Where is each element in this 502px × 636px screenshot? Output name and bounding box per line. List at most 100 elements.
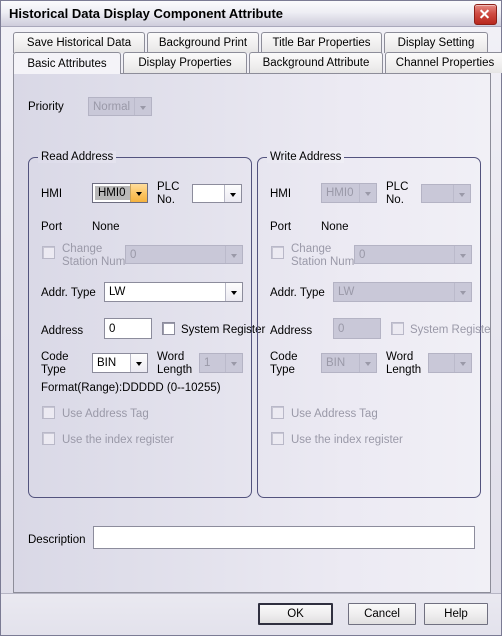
write-hmi-label: HMI [270, 188, 292, 200]
chevron-down-icon [454, 246, 471, 263]
write-hmi-value: HMI0 [326, 187, 354, 199]
basic-attributes-panel: Priority Normal Read Address HMI HMI0 PL… [13, 73, 491, 593]
write-address-title: Write Address [267, 151, 345, 163]
read-hmi-label: HMI [41, 188, 63, 200]
read-change-station-label-line2: Station Num [62, 256, 126, 268]
write-station-num-dropdown: 0 [354, 245, 472, 264]
tab-label: Background Attribute [262, 57, 370, 69]
read-word-length-label-line2: Length [157, 364, 193, 376]
read-use-index-register-checkbox [42, 432, 55, 445]
read-format-range-text: Format(Range):DDDDD (0--10255) [41, 382, 221, 394]
tab-background-attribute[interactable]: Background Attribute [249, 52, 383, 73]
chevron-down-icon[interactable] [130, 184, 147, 202]
read-system-register-label: System Register [181, 324, 266, 336]
tab-row-lower: Basic Attributes Display Properties Back… [13, 52, 502, 74]
cancel-button[interactable]: Cancel [348, 603, 416, 625]
chevron-down-icon [225, 246, 242, 263]
write-plc-no-dropdown [421, 184, 471, 203]
tab-channel-properties[interactable]: Channel Properties [385, 52, 502, 73]
write-address-group: Write Address HMI HMI0 PLC No. Port None… [257, 151, 490, 498]
read-address-input[interactable] [104, 318, 152, 339]
write-word-length-label-line2: Length [386, 364, 422, 376]
chevron-down-icon [453, 185, 470, 202]
priority-value: Normal [93, 100, 131, 113]
read-plc-label-line1: PLC [157, 181, 180, 193]
write-change-station-label-line1: Change [291, 243, 332, 255]
write-code-type-label-line2: Type [270, 364, 295, 376]
chevron-down-icon [454, 354, 471, 372]
write-system-register-label: System Register [410, 324, 491, 336]
dialog-button-bar: OK Cancel Help [1, 593, 501, 635]
read-port-label: Port [41, 221, 63, 233]
chevron-down-icon [225, 354, 242, 372]
chevron-down-icon [359, 354, 376, 372]
tab-label: Title Bar Properties [272, 37, 371, 49]
write-code-type-value: BIN [326, 357, 346, 369]
read-plc-no-dropdown[interactable] [192, 184, 242, 203]
read-hmi-value: HMI0 [95, 186, 130, 200]
write-station-num-value: 0 [359, 248, 366, 261]
write-address-label: Address [270, 325, 313, 337]
write-addr-type-label: Addr. Type [270, 287, 325, 299]
read-hmi-dropdown[interactable]: HMI0 [92, 183, 148, 203]
read-use-address-tag-label: Use Address Tag [62, 408, 149, 420]
tab-display-properties[interactable]: Display Properties [123, 52, 247, 73]
tab-label: Background Print [158, 37, 248, 49]
read-use-address-tag-checkbox [42, 406, 55, 419]
write-addr-type-value: LW [338, 286, 355, 298]
read-word-length-value: 1 [204, 357, 211, 369]
read-address-group: Read Address HMI HMI0 PLC No. Port None … [28, 151, 265, 498]
write-addr-type-dropdown: LW [333, 282, 472, 302]
help-button[interactable]: Help [424, 603, 488, 625]
priority-label: Priority [28, 101, 64, 113]
ok-button[interactable]: OK [258, 603, 333, 625]
write-port-label: Port [270, 221, 292, 233]
tab-title-bar-properties[interactable]: Title Bar Properties [261, 32, 382, 53]
read-word-length-label-line1: Word [157, 351, 185, 363]
write-use-address-tag-checkbox [271, 406, 284, 419]
read-change-station-checkbox [42, 246, 55, 259]
read-code-type-dropdown[interactable]: BIN [92, 353, 148, 373]
write-change-station-checkbox [271, 246, 284, 259]
tab-label: Basic Attributes [27, 57, 107, 70]
tab-row-upper: Save Historical Data Background Print Ti… [13, 32, 490, 53]
read-address-label: Address [41, 325, 84, 337]
read-change-station-label-line1: Change [62, 243, 103, 255]
write-word-length-label-line1: Word [386, 351, 414, 363]
priority-dropdown: Normal [88, 97, 152, 116]
read-station-num-value: 0 [130, 248, 137, 261]
tab-strip: Save Historical Data Background Print Ti… [1, 27, 502, 74]
ok-button-label: OK [287, 608, 304, 620]
close-icon[interactable] [474, 4, 497, 25]
read-addr-type-dropdown[interactable]: LW [104, 282, 243, 302]
chevron-down-icon[interactable] [225, 283, 242, 301]
tab-basic-attributes[interactable]: Basic Attributes [13, 52, 121, 74]
write-hmi-dropdown: HMI0 [321, 183, 377, 203]
tab-display-setting[interactable]: Display Setting [384, 32, 488, 53]
write-use-address-tag-label: Use Address Tag [291, 408, 378, 420]
write-plc-label-line2: No. [386, 194, 404, 206]
write-use-index-register-label: Use the index register [291, 434, 403, 446]
chevron-down-icon[interactable] [130, 354, 147, 372]
tab-label: Channel Properties [395, 57, 495, 69]
chevron-down-icon [134, 98, 151, 115]
read-system-register-checkbox[interactable] [162, 322, 175, 335]
read-plc-label-line2: No. [157, 194, 175, 206]
read-code-type-value: BIN [97, 357, 117, 369]
write-code-type-label-line1: Code [270, 351, 298, 363]
tab-save-historical-data[interactable]: Save Historical Data [13, 32, 145, 53]
write-use-index-register-checkbox [271, 432, 284, 445]
chevron-down-icon[interactable] [224, 185, 241, 202]
description-label: Description [28, 534, 86, 546]
read-word-length-dropdown: 1 [199, 353, 243, 373]
write-plc-label-line1: PLC [386, 181, 409, 193]
dialog-window: Historical Data Display Component Attrib… [0, 0, 502, 636]
read-code-type-label-line1: Code [41, 351, 69, 363]
read-addr-type-label: Addr. Type [41, 287, 96, 299]
tab-background-print[interactable]: Background Print [147, 32, 259, 53]
tab-label: Save Historical Data [26, 37, 132, 49]
write-port-value: None [321, 221, 349, 233]
description-input[interactable] [93, 526, 475, 549]
window-title: Historical Data Display Component Attrib… [9, 6, 283, 21]
read-port-value: None [92, 221, 120, 233]
